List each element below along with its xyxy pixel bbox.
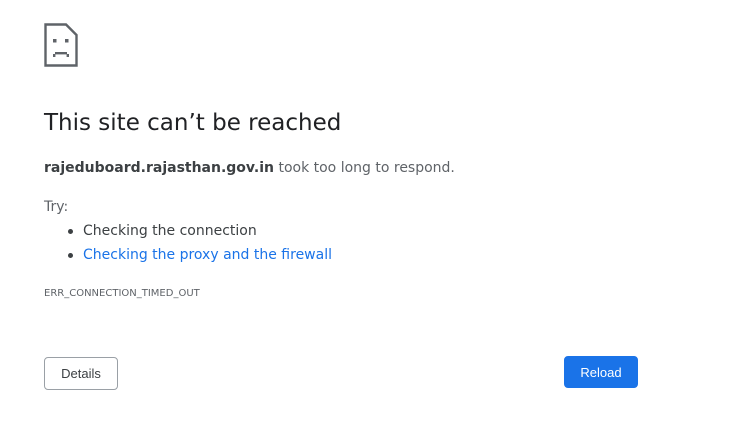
error-code: ERR_CONNECTION_TIMED_OUT [44, 288, 200, 299]
details-button[interactable]: Details [44, 357, 118, 390]
sad-page-icon [44, 23, 78, 67]
reload-button[interactable]: Reload [564, 356, 638, 388]
suggestion-check-connection: Checking the connection [44, 221, 332, 245]
error-message: took too long to respond. [274, 160, 455, 176]
suggestion-check-proxy-firewall[interactable]: Checking the proxy and the firewall [44, 245, 332, 269]
try-label: Try: [44, 199, 69, 215]
hostname: rajeduboard.rajasthan.gov.in [44, 160, 274, 176]
error-summary: rajeduboard.rajasthan.gov.in took too lo… [44, 160, 455, 176]
error-page: This site can’t be reached rajeduboard.r… [0, 0, 742, 429]
suggestions-list: Checking the connection Checking the pro… [44, 221, 332, 269]
proxy-firewall-link[interactable]: Checking the proxy and the firewall [83, 247, 332, 263]
suggestion-label: Checking the connection [83, 223, 257, 239]
page-title: This site can’t be reached [44, 110, 342, 136]
